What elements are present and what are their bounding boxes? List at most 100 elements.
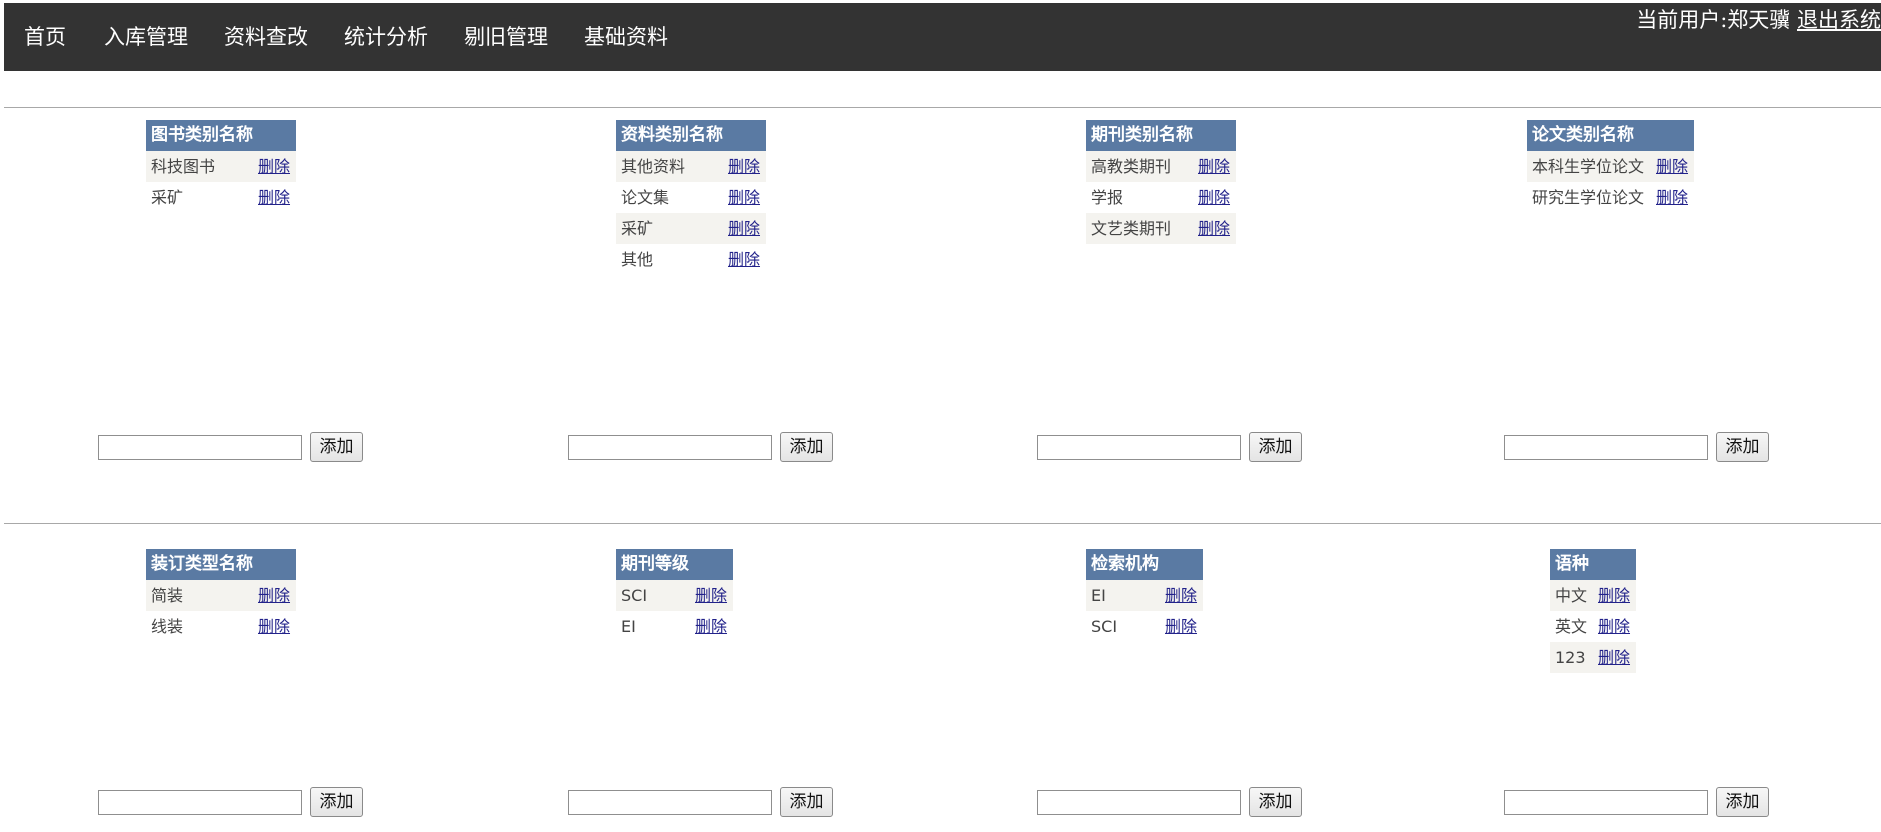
new-category-input[interactable] [1504, 790, 1708, 815]
table-row: 简装 删除 [146, 580, 296, 611]
table-row: 研究生学位论文 删除 [1527, 182, 1694, 213]
user-info: 当前用户:郑天骥 退出系统 [1636, 4, 1881, 36]
delete-link[interactable]: 删除 [1198, 151, 1230, 182]
table-row: 采矿 删除 [146, 182, 296, 213]
table-header: 期刊等级 [616, 549, 733, 580]
category-table: 资料类别名称 其他资料 删除 论文集 删除 采矿 删除 其他 删除 [616, 120, 766, 275]
delete-link[interactable]: 删除 [1198, 182, 1230, 213]
category-name: 英文 [1555, 617, 1588, 636]
add-button[interactable]: 添加 [310, 787, 363, 817]
table-header: 期刊类别名称 [1086, 120, 1236, 151]
category-name: EI [1091, 586, 1106, 605]
delete-link[interactable]: 删除 [1165, 611, 1197, 642]
new-category-input[interactable] [568, 435, 772, 460]
table-header: 图书类别名称 [146, 120, 296, 151]
category-table: 期刊等级 SCI 删除 EI 删除 [616, 549, 733, 642]
table-row: 高教类期刊 删除 [1086, 151, 1236, 182]
table-row: 其他资料 删除 [616, 151, 766, 182]
delete-link[interactable]: 删除 [728, 213, 760, 244]
category-name: 文艺类期刊 [1091, 219, 1172, 238]
new-category-input[interactable] [98, 790, 302, 815]
nav-data-edit[interactable]: 资料查改 [224, 3, 308, 71]
category-name: 中文 [1555, 586, 1588, 605]
add-button[interactable]: 添加 [310, 432, 363, 462]
delete-link[interactable]: 删除 [695, 580, 727, 611]
divider [4, 107, 1881, 108]
table-row: 学报 删除 [1086, 182, 1236, 213]
table-row: 科技图书 删除 [146, 151, 296, 182]
new-category-input[interactable] [1037, 435, 1241, 460]
add-button[interactable]: 添加 [780, 432, 833, 462]
delete-link[interactable]: 删除 [1656, 151, 1688, 182]
table-row: 线装 删除 [146, 611, 296, 642]
category-name: 123 [1555, 648, 1586, 667]
delete-link[interactable]: 删除 [258, 151, 290, 182]
delete-link[interactable]: 删除 [1598, 580, 1630, 611]
nav-basic-data[interactable]: 基础资料 [584, 3, 668, 71]
add-button[interactable]: 添加 [1716, 787, 1769, 817]
table-row: 中文 删除 [1550, 580, 1636, 611]
table-row: 其他 删除 [616, 244, 766, 275]
table-row: EI 删除 [1086, 580, 1203, 611]
category-name: 论文集 [621, 188, 670, 207]
delete-link[interactable]: 删除 [1656, 182, 1688, 213]
category-name: 研究生学位论文 [1532, 188, 1645, 207]
nav-weeding-management[interactable]: 剔旧管理 [464, 3, 548, 71]
table-row: SCI 删除 [616, 580, 733, 611]
add-button[interactable]: 添加 [780, 787, 833, 817]
top-nav-bar: 首页 入库管理 资料查改 统计分析 剔旧管理 基础资料 当前用户:郑天骥 退出系… [4, 3, 1881, 71]
delete-link[interactable]: 删除 [258, 580, 290, 611]
category-table: 检索机构 EI 删除 SCI 删除 [1086, 549, 1203, 642]
table-header: 检索机构 [1086, 549, 1203, 580]
delete-link[interactable]: 删除 [728, 244, 760, 275]
new-category-input[interactable] [1037, 790, 1241, 815]
table-row: EI 删除 [616, 611, 733, 642]
new-category-input[interactable] [568, 790, 772, 815]
table-header: 装订类型名称 [146, 549, 296, 580]
table-row: 文艺类期刊 删除 [1086, 213, 1236, 244]
current-user-label: 当前用户:郑天骥 [1636, 8, 1791, 32]
table-row: SCI 删除 [1086, 611, 1203, 642]
nav-statistics[interactable]: 统计分析 [344, 3, 428, 71]
nav-home[interactable]: 首页 [24, 3, 66, 71]
category-table: 装订类型名称 简装 删除 线装 删除 [146, 549, 296, 642]
new-category-input[interactable] [1504, 435, 1708, 460]
category-name: 简装 [151, 586, 184, 605]
delete-link[interactable]: 删除 [695, 611, 727, 642]
divider [4, 523, 1881, 524]
category-name: 本科生学位论文 [1532, 157, 1645, 176]
category-table: 论文类别名称 本科生学位论文 删除 研究生学位论文 删除 [1527, 120, 1694, 213]
delete-link[interactable]: 删除 [258, 182, 290, 213]
add-button[interactable]: 添加 [1249, 432, 1302, 462]
table-header: 论文类别名称 [1527, 120, 1694, 151]
category-name: 采矿 [621, 219, 654, 238]
table-row: 采矿 删除 [616, 213, 766, 244]
add-button[interactable]: 添加 [1249, 787, 1302, 817]
delete-link[interactable]: 删除 [1598, 611, 1630, 642]
logout-link[interactable]: 退出系统 [1797, 8, 1881, 32]
new-category-input[interactable] [98, 435, 302, 460]
delete-link[interactable]: 删除 [728, 151, 760, 182]
category-name: 科技图书 [151, 157, 216, 176]
nav-inbound-management[interactable]: 入库管理 [104, 3, 188, 71]
category-name: 采矿 [151, 188, 184, 207]
category-table: 期刊类别名称 高教类期刊 删除 学报 删除 文艺类期刊 删除 [1086, 120, 1236, 244]
delete-link[interactable]: 删除 [1598, 642, 1630, 673]
category-name: 学报 [1091, 188, 1124, 207]
category-name: SCI [621, 586, 648, 605]
table-row: 123 删除 [1550, 642, 1636, 673]
category-name: 高教类期刊 [1091, 157, 1172, 176]
delete-link[interactable]: 删除 [1198, 213, 1230, 244]
table-row: 英文 删除 [1550, 611, 1636, 642]
category-name: 其他资料 [621, 157, 686, 176]
add-button[interactable]: 添加 [1716, 432, 1769, 462]
delete-link[interactable]: 删除 [728, 182, 760, 213]
category-name: SCI [1091, 617, 1118, 636]
delete-link[interactable]: 删除 [258, 611, 290, 642]
delete-link[interactable]: 删除 [1165, 580, 1197, 611]
category-table: 图书类别名称 科技图书 删除 采矿 删除 [146, 120, 296, 213]
table-row: 论文集 删除 [616, 182, 766, 213]
table-header: 语种 [1550, 549, 1636, 580]
table-header: 资料类别名称 [616, 120, 766, 151]
table-row: 本科生学位论文 删除 [1527, 151, 1694, 182]
